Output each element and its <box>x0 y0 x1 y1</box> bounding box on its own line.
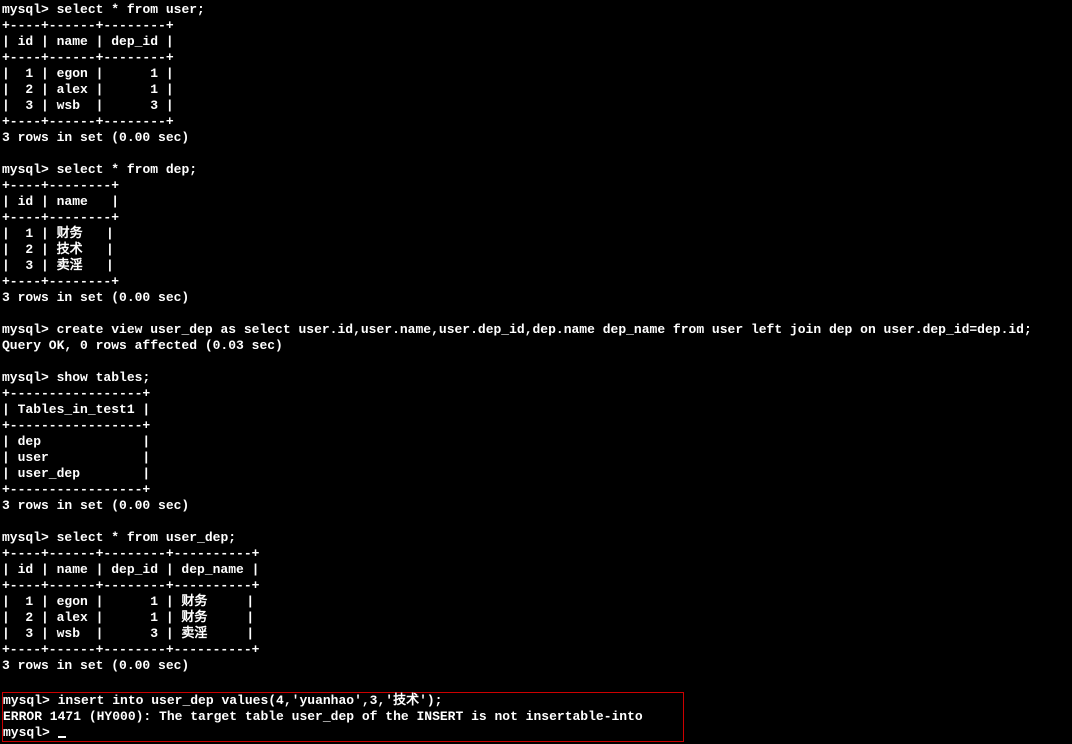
prompt-line[interactable]: mysql> select * from dep; <box>2 162 1070 178</box>
table-border: +-----------------+ <box>2 418 1070 434</box>
table-border: +----+--------+ <box>2 178 1070 194</box>
error-highlight-box: mysql> insert into user_dep values(4,'yu… <box>2 692 684 742</box>
table-row: | 1 | egon | 1 | <box>2 66 1070 82</box>
cursor <box>58 736 66 738</box>
table-row: | user | <box>2 450 1070 466</box>
prompt-line[interactable]: mysql> select * from user; <box>2 2 1070 18</box>
table-row: | user_dep | <box>2 466 1070 482</box>
table-border: +----+--------+ <box>2 210 1070 226</box>
table-border: +----+------+--------+----------+ <box>2 642 1070 658</box>
query-text: select * from dep; <box>57 162 197 177</box>
result-summary: Query OK, 0 rows affected (0.03 sec) <box>2 338 1070 354</box>
result-summary: 3 rows in set (0.00 sec) <box>2 498 1070 514</box>
result-summary: 3 rows in set (0.00 sec) <box>2 130 1070 146</box>
table-header: | id | name | dep_id | <box>2 34 1070 50</box>
query-text: select * from user; <box>57 2 205 17</box>
table-row: | 3 | wsb | 3 | <box>2 98 1070 114</box>
query-text: create view user_dep as select user.id,u… <box>57 322 1032 337</box>
prompt: mysql> <box>2 370 49 385</box>
error-message: ERROR 1471 (HY000): The target table use… <box>3 709 683 725</box>
table-border: +----+--------+ <box>2 274 1070 290</box>
table-border: +-----------------+ <box>2 482 1070 498</box>
prompt: mysql> <box>2 530 49 545</box>
table-border: +----+------+--------+ <box>2 18 1070 34</box>
table-row: | 2 | alex | 1 | 财务 | <box>2 610 1070 626</box>
table-border: +----+------+--------+ <box>2 50 1070 66</box>
table-header: | id | name | dep_id | dep_name | <box>2 562 1070 578</box>
blank-line <box>2 354 1070 370</box>
query-text: insert into user_dep values(4,'yuanhao',… <box>58 693 443 708</box>
table-header: | Tables_in_test1 | <box>2 402 1070 418</box>
prompt-line[interactable]: mysql> select * from user_dep; <box>2 530 1070 546</box>
table-row: | 2 | 技术 | <box>2 242 1070 258</box>
query-text: select * from user_dep; <box>57 530 236 545</box>
query-text: show tables; <box>57 370 151 385</box>
terminal-output: mysql> select * from user; +----+------+… <box>0 0 1072 744</box>
table-border: +----+------+--------+ <box>2 114 1070 130</box>
result-summary: 3 rows in set (0.00 sec) <box>2 290 1070 306</box>
prompt-line[interactable]: mysql> show tables; <box>2 370 1070 386</box>
table-row: | dep | <box>2 434 1070 450</box>
prompt-line[interactable]: mysql> insert into user_dep values(4,'yu… <box>3 693 683 709</box>
prompt-line[interactable]: mysql> <box>3 725 683 741</box>
table-row: | 3 | 卖淫 | <box>2 258 1070 274</box>
blank-line <box>2 514 1070 530</box>
blank-line <box>2 306 1070 322</box>
prompt: mysql> <box>2 322 49 337</box>
prompt: mysql> <box>3 725 50 740</box>
table-row: | 2 | alex | 1 | <box>2 82 1070 98</box>
prompt: mysql> <box>2 162 49 177</box>
table-row: | 1 | 财务 | <box>2 226 1070 242</box>
table-row: | 3 | wsb | 3 | 卖淫 | <box>2 626 1070 642</box>
result-summary: 3 rows in set (0.00 sec) <box>2 658 1070 674</box>
table-header: | id | name | <box>2 194 1070 210</box>
prompt: mysql> <box>3 693 50 708</box>
prompt: mysql> <box>2 2 49 17</box>
prompt-line[interactable]: mysql> create view user_dep as select us… <box>2 322 1070 338</box>
table-border: +-----------------+ <box>2 386 1070 402</box>
blank-line <box>2 146 1070 162</box>
table-row: | 1 | egon | 1 | 财务 | <box>2 594 1070 610</box>
table-border: +----+------+--------+----------+ <box>2 578 1070 594</box>
blank-line <box>2 674 1070 690</box>
table-border: +----+------+--------+----------+ <box>2 546 1070 562</box>
